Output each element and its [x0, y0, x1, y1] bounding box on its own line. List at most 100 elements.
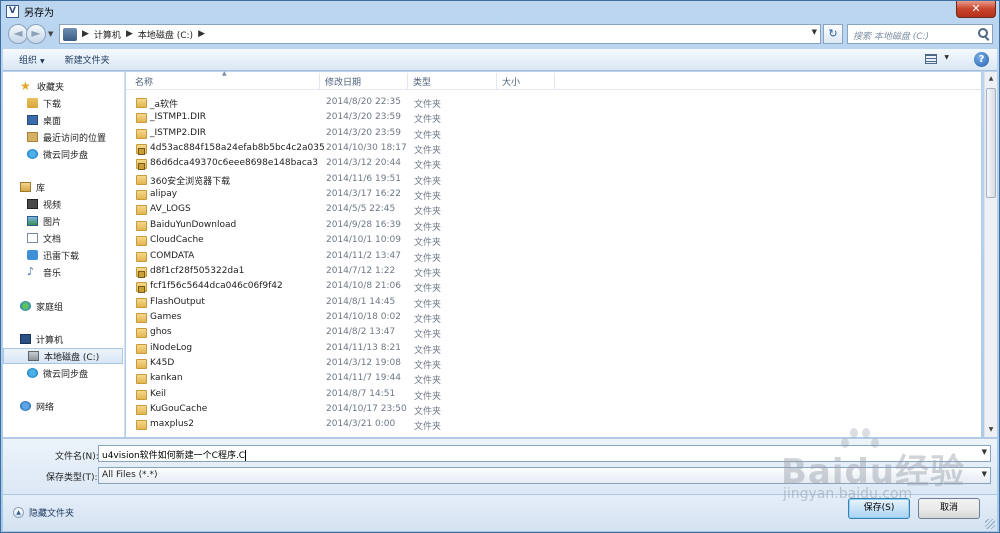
- folder-icon: [136, 174, 147, 185]
- file-row[interactable]: fcf1f56c5644dca046c06f9f42 2014/10/8 21:0…: [126, 280, 981, 295]
- breadcrumb-separator-icon[interactable]: ▶: [198, 29, 205, 39]
- file-date: 2014/3/20 23:59: [326, 112, 401, 123]
- new-folder-button[interactable]: 新建文件夹: [55, 53, 120, 66]
- back-button[interactable]: ◄: [8, 24, 28, 44]
- disk-icon: [28, 351, 39, 361]
- sidebar-item-desktop[interactable]: 桌面: [3, 112, 123, 128]
- file-name: _a软件: [150, 100, 179, 110]
- sidebar-item-weiyun-2[interactable]: 微云同步盘: [3, 365, 123, 381]
- file-date: 2014/11/7 19:44: [326, 373, 401, 384]
- filetype-dropdown-icon[interactable]: ▼: [982, 470, 987, 478]
- file-row[interactable]: 4d53ac884f158a24efab8b5bc4c2a035 2014/10/…: [126, 142, 981, 157]
- filename-dropdown-icon[interactable]: ▼: [982, 448, 987, 456]
- column-size[interactable]: 大小: [502, 75, 520, 88]
- sidebar-item-downloads[interactable]: 下载: [3, 95, 123, 111]
- sidebar-item-libraries[interactable]: 库: [3, 179, 123, 195]
- column-divider[interactable]: [554, 73, 555, 89]
- filetype-select[interactable]: All Files (*.*) ▼: [98, 467, 991, 484]
- help-icon[interactable]: ?: [974, 52, 989, 67]
- file-name: K45D: [150, 357, 175, 368]
- sidebar-item-videos[interactable]: 视频: [3, 196, 123, 212]
- file-row[interactable]: iNodeLog 2014/11/13 8:21 文件夹: [126, 342, 981, 357]
- folder-icon: [136, 389, 147, 400]
- recent-pages-dropdown[interactable]: ▼: [48, 30, 53, 38]
- file-name: Games: [150, 311, 182, 322]
- save-button[interactable]: 保存(S): [848, 498, 910, 519]
- column-date-modified[interactable]: 修改日期: [325, 75, 361, 88]
- sidebar-item-local-disk-c[interactable]: 本地磁盘 (C:): [3, 348, 123, 364]
- file-row[interactable]: maxplus2 2014/3/21 0:00 文件夹: [126, 418, 981, 433]
- file-row[interactable]: BaiduYunDownload 2014/9/28 16:39 文件夹: [126, 219, 981, 234]
- file-row[interactable]: d8f1cf28f505322da1 2014/7/12 1:22 文件夹: [126, 265, 981, 280]
- breadcrumb-local-disk[interactable]: 本地磁盘 (C:): [138, 28, 193, 41]
- sidebar-item-label: 最近访问的位置: [43, 133, 107, 144]
- file-row[interactable]: alipay 2014/3/17 16:22 文件夹: [126, 188, 981, 203]
- change-view-icon[interactable]: [925, 54, 937, 64]
- file-type: 文件夹: [414, 407, 442, 417]
- file-row[interactable]: _ISTMP2.DIR 2014/3/20 23:59 文件夹: [126, 127, 981, 142]
- close-button[interactable]: ✕: [956, 1, 996, 18]
- filename-input[interactable]: u4vision软件如何新建一个C程序.C ▼: [98, 445, 991, 462]
- file-row[interactable]: FlashOutput 2014/8/1 14:45 文件夹: [126, 296, 981, 311]
- network-icon: [20, 401, 31, 411]
- folder-icon: [136, 113, 147, 124]
- address-bar[interactable]: ▶ 计算机 ▶ 本地磁盘 (C:) ▶ ▼: [59, 24, 821, 44]
- view-options-dropdown-icon[interactable]: ▼: [944, 54, 949, 61]
- app-icon: V: [6, 4, 19, 18]
- file-row[interactable]: _a软件 2014/8/20 22:35 文件夹: [126, 96, 981, 111]
- column-name[interactable]: 名称: [135, 75, 153, 88]
- resize-grip[interactable]: [985, 519, 995, 529]
- file-row[interactable]: 86d6dca49370c6eee8698e148baca3 2014/3/12 …: [126, 157, 981, 172]
- recent-places-icon: [27, 132, 38, 142]
- column-type[interactable]: 类型: [413, 75, 431, 88]
- breadcrumb-separator-icon[interactable]: ▶: [82, 29, 89, 39]
- file-row[interactable]: COMDATA 2014/11/2 13:47 文件夹: [126, 250, 981, 265]
- column-divider[interactable]: [496, 73, 497, 89]
- file-row[interactable]: KuGouCache 2014/10/17 23:50 文件夹: [126, 403, 981, 418]
- file-date: 2014/3/20 23:59: [326, 127, 401, 138]
- sidebar-item-music[interactable]: ♪ 音乐: [3, 264, 123, 280]
- breadcrumb-separator-icon[interactable]: ▶: [126, 29, 133, 39]
- breadcrumb-computer[interactable]: 计算机: [94, 28, 121, 41]
- file-row[interactable]: K45D 2014/3/12 19:08 文件夹: [126, 357, 981, 372]
- scrollbar-thumb[interactable]: [986, 88, 996, 198]
- file-row[interactable]: Games 2014/10/18 0:02 文件夹: [126, 311, 981, 326]
- cancel-button[interactable]: 取消: [918, 498, 980, 519]
- file-row[interactable]: kankan 2014/11/7 19:44 文件夹: [126, 372, 981, 387]
- sidebar-item-weiyun[interactable]: 微云同步盘: [3, 146, 123, 162]
- file-row[interactable]: Keil 2014/8/7 14:51 文件夹: [126, 388, 981, 403]
- file-row[interactable]: CloudCache 2014/10/1 10:09 文件夹: [126, 234, 981, 249]
- organize-button[interactable]: 组织 ▼: [9, 53, 55, 66]
- address-dropdown-icon[interactable]: ▼: [812, 28, 817, 36]
- file-type: 文件夹: [414, 284, 442, 295]
- file-row[interactable]: AV_LOGS 2014/5/5 22:45 文件夹: [126, 203, 981, 218]
- scroll-up-icon[interactable]: ▲: [985, 72, 997, 86]
- refresh-button[interactable]: ↻: [823, 24, 843, 44]
- sidebar-item-recent-places[interactable]: 最近访问的位置: [3, 129, 123, 145]
- forward-button[interactable]: ►: [26, 24, 46, 44]
- search-icon[interactable]: [978, 28, 988, 38]
- sidebar-item-label: 桌面: [43, 116, 62, 127]
- sort-ascending-icon: ▲: [222, 70, 227, 77]
- chevron-down-icon: ▼: [40, 58, 45, 65]
- command-toolbar: 组织 ▼ 新建文件夹 ▼ ?: [3, 49, 997, 71]
- sidebar-item-documents[interactable]: 文档: [3, 230, 123, 246]
- file-type: 文件夹: [414, 299, 442, 310]
- column-divider[interactable]: [319, 73, 320, 89]
- file-date: 2014/7/12 1:22: [326, 265, 396, 276]
- sidebar-item-computer[interactable]: 计算机: [3, 331, 123, 347]
- sidebar-item-network[interactable]: 网络: [3, 398, 123, 414]
- column-divider[interactable]: [407, 73, 408, 89]
- file-date: 2014/3/12 19:08: [326, 357, 401, 368]
- hide-folders-toggle[interactable]: ▲ 隐藏文件夹: [13, 506, 74, 519]
- file-row[interactable]: ghos 2014/8/2 13:47 文件夹: [126, 326, 981, 341]
- sidebar-item-thunder-downloads[interactable]: 迅雷下载: [3, 247, 123, 263]
- vertical-scrollbar[interactable]: ▲ ▼: [984, 72, 997, 437]
- search-input[interactable]: 搜索 本地磁盘 (C:): [847, 24, 993, 44]
- scroll-down-icon[interactable]: ▼: [985, 423, 997, 437]
- file-row[interactable]: 360安全浏览器下载 2014/11/6 19:51 文件夹: [126, 173, 981, 188]
- file-row[interactable]: _ISTMP1.DIR 2014/3/20 23:59 文件夹: [126, 111, 981, 126]
- sidebar-item-homegroup[interactable]: 家庭组: [3, 298, 123, 314]
- sidebar-item-favorites[interactable]: ★ 收藏夹: [3, 78, 123, 94]
- sidebar-item-pictures[interactable]: 图片: [3, 213, 123, 229]
